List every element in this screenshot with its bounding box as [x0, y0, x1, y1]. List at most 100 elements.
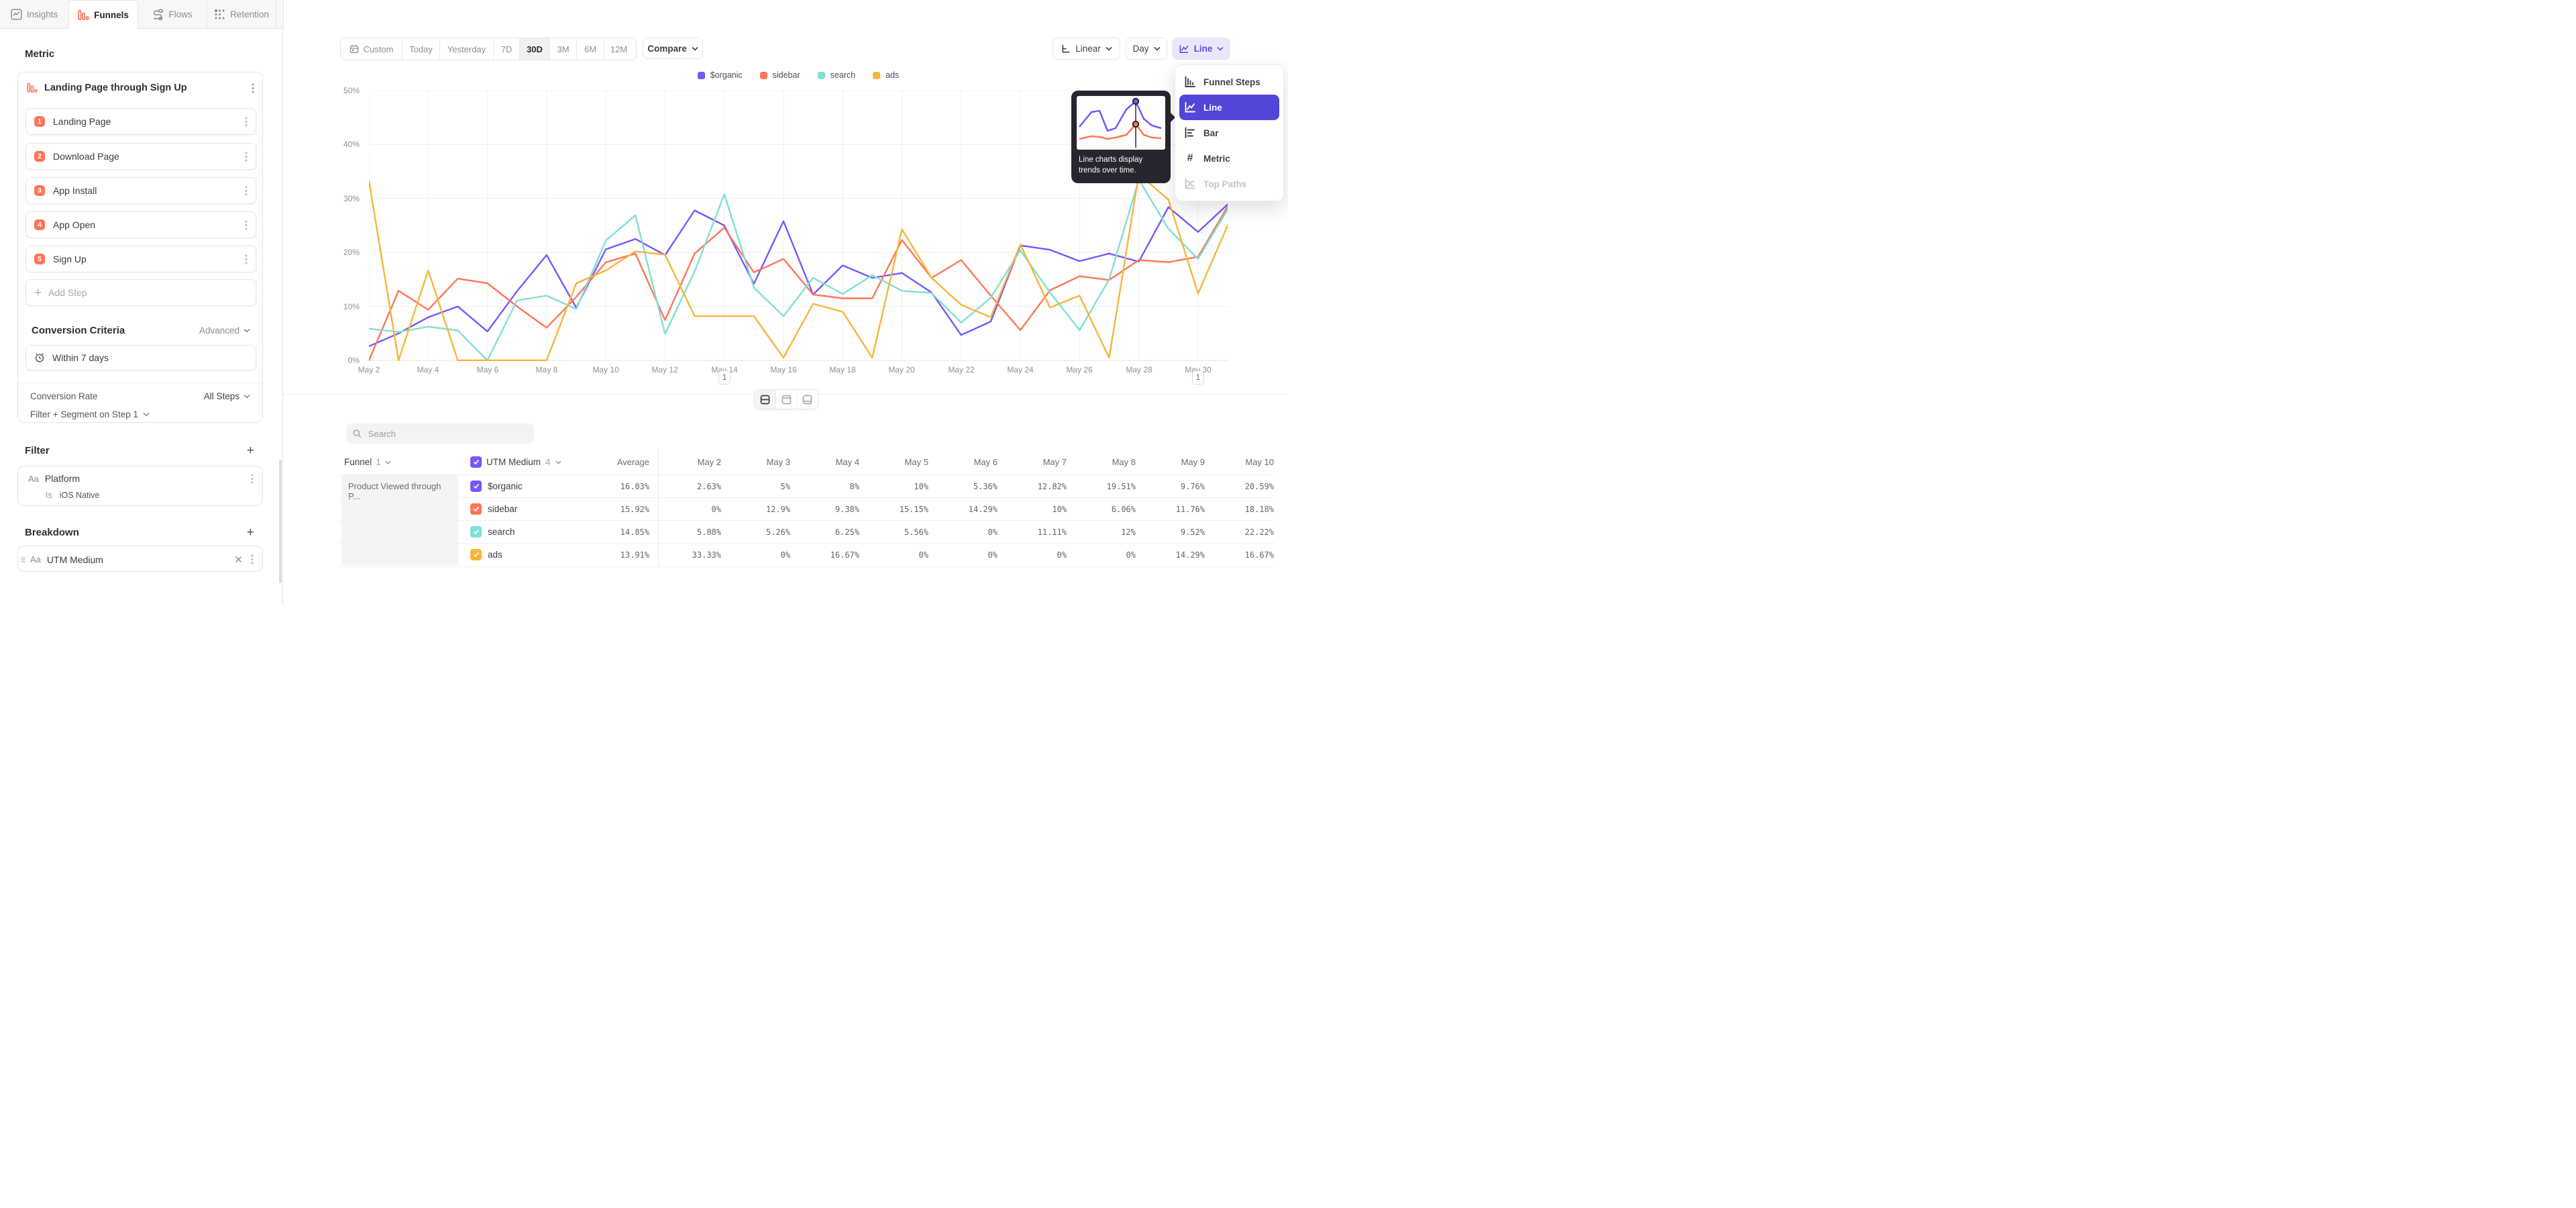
advanced-dropdown[interactable]: Advanced [199, 325, 250, 336]
table-row[interactable]: sidebar 15.92% 0% 12.9% 9.38% 15.15% 14.… [339, 497, 1275, 521]
row-checkbox[interactable] [470, 526, 482, 538]
date-range-yesterday[interactable]: Yesterday [440, 38, 494, 60]
add-filter-button[interactable]: + [247, 444, 254, 457]
cell-value: 12.82% [998, 475, 1067, 498]
date-range-30d[interactable]: 30D [520, 38, 550, 60]
table-row[interactable]: search 14.85% 5.88% 5.26% 6.25% 5.56% 0%… [339, 520, 1275, 544]
tab-retention[interactable]: Retention [207, 0, 276, 28]
legend-item[interactable]: sidebar [760, 70, 800, 80]
table-row[interactable]: $organic 16.03% 2.63% 5% 8% 10% 5.36% 12… [339, 474, 1275, 498]
filter-segment-dropdown[interactable]: Filter + Segment on Step 1 [30, 406, 150, 422]
kebab-icon[interactable] [245, 186, 248, 196]
column-header[interactable]: May 2 [652, 450, 721, 474]
date-range-7d[interactable]: 7D [494, 38, 520, 60]
funnel-step-5[interactable]: 5 Sign Up [25, 246, 256, 272]
filter-value[interactable]: iOS Native [60, 491, 100, 500]
cell-value: 13.91% [582, 544, 649, 566]
drag-handle-icon[interactable] [21, 556, 25, 563]
all-steps-dropdown[interactable]: All Steps [204, 391, 250, 401]
column-header[interactable]: May 3 [721, 450, 790, 474]
column-header[interactable]: May 10 [1205, 450, 1274, 474]
funnel-step-2[interactable]: 2 Download Page [25, 143, 256, 170]
granularity-dropdown[interactable]: Day [1126, 38, 1167, 60]
x-axis-label: May 10 [579, 365, 633, 374]
column-header[interactable]: May 8 [1067, 450, 1136, 474]
date-range-12m[interactable]: 12M [604, 38, 633, 60]
column-header[interactable]: May 6 [928, 450, 998, 474]
breakdown-heading: Breakdown [25, 527, 79, 538]
chevron-down-icon [244, 328, 250, 333]
funnel-title: Landing Page through Sign Up [44, 83, 187, 93]
menu-item-metric[interactable]: # Metric [1175, 146, 1283, 171]
tab-funnels[interactable]: Funnels [69, 0, 138, 29]
kebab-icon[interactable] [252, 83, 254, 93]
funnels-report-page: Insights Funnels Flows [0, 0, 1288, 604]
column-header[interactable]: May 9 [1136, 450, 1205, 474]
row-checkbox[interactable] [470, 549, 482, 560]
step-number-badge: 2 [34, 151, 45, 162]
column-header[interactable]: May 5 [859, 450, 928, 474]
tab-flows[interactable]: Flows [138, 0, 207, 28]
cell-value: 2.63% [652, 475, 721, 498]
table-row[interactable]: ads 13.91% 33.33% 0% 16.67% 0% 0% 0% 0% … [339, 543, 1275, 567]
cell-value: 14.85% [582, 521, 649, 544]
menu-item-funnel-steps[interactable]: Funnel Steps [1175, 69, 1283, 95]
kebab-icon[interactable] [245, 254, 248, 264]
scale-dropdown[interactable]: Linear [1053, 38, 1120, 60]
chart-type-dropdown[interactable]: Line [1172, 38, 1230, 60]
add-step-button[interactable]: + Add Step [25, 279, 256, 306]
breakdown-column-header[interactable]: UTM Medium 4 [470, 450, 561, 474]
legend-item[interactable]: ads [873, 70, 899, 80]
add-breakdown-button[interactable]: + [247, 526, 254, 539]
column-header[interactable]: May 4 [790, 450, 859, 474]
search-input[interactable] [367, 428, 527, 440]
kebab-icon[interactable] [245, 220, 248, 230]
conversion-window-card[interactable]: Within 7 days [25, 345, 256, 370]
kebab-icon[interactable] [251, 554, 254, 564]
annotation-badge[interactable]: 1 [1192, 370, 1204, 385]
layout-table-view-button[interactable] [797, 390, 818, 409]
table-header: Funnel 1 UTM Medium 4 Average May 2 May … [339, 450, 1275, 474]
funnel-column-header[interactable]: Funnel 1 [344, 450, 391, 474]
layout-chart-view-button[interactable] [776, 390, 798, 409]
x-axis-label: May 20 [875, 365, 928, 374]
layout-split-view-button[interactable] [755, 390, 776, 409]
conversion-criteria-heading: Conversion Criteria [32, 325, 125, 336]
legend-swatch [760, 72, 767, 79]
cell-value: 8% [790, 475, 859, 498]
menu-item-bar[interactable]: Bar [1175, 120, 1283, 146]
funnel-metric-header[interactable]: Landing Page through Sign Up [27, 79, 254, 97]
funnel-step-4[interactable]: 4 App Open [25, 211, 256, 238]
sidebar-scrollbar[interactable] [279, 460, 282, 583]
menu-item-line[interactable]: Line [1179, 95, 1279, 120]
column-header[interactable]: Average [582, 450, 649, 474]
legend-item[interactable]: search [818, 70, 856, 80]
row-checkbox[interactable] [470, 481, 482, 492]
top-paths-icon [1184, 178, 1196, 190]
date-range-3m[interactable]: 3M [550, 38, 577, 60]
row-checkbox[interactable] [470, 503, 482, 515]
kebab-icon[interactable] [245, 117, 248, 127]
filter-card-platform[interactable]: Aa Platform Is iOS Native [17, 466, 263, 506]
breakdown-card-utm-medium[interactable]: Aa UTM Medium [17, 546, 263, 572]
date-range-custom[interactable]: Custom [341, 38, 402, 60]
cell-value: 16.67% [1205, 544, 1274, 566]
filter-operator[interactable]: Is [46, 491, 52, 500]
column-header[interactable]: May 7 [998, 450, 1067, 474]
chevron-down-icon [244, 394, 250, 399]
funnel-step-3[interactable]: 3 App Install [25, 177, 256, 204]
checkbox-checked[interactable] [470, 456, 482, 468]
legend-item[interactable]: $organic [698, 70, 743, 80]
annotation-badge[interactable]: 1 [718, 370, 731, 385]
date-range-6m[interactable]: 6M [577, 38, 604, 60]
tab-insights[interactable]: Insights [0, 0, 69, 28]
compare-button[interactable]: Compare [643, 38, 703, 59]
kebab-icon[interactable] [245, 152, 248, 162]
x-axis-label: May 24 [994, 365, 1047, 374]
tooltip-text: Line charts display trends over time. [1077, 150, 1165, 178]
step-number-badge: 1 [34, 116, 45, 127]
kebab-icon[interactable] [251, 474, 254, 484]
funnel-step-1[interactable]: 1 Landing Page [25, 108, 256, 135]
date-range-today[interactable]: Today [402, 38, 440, 60]
remove-breakdown-icon[interactable] [235, 556, 242, 563]
